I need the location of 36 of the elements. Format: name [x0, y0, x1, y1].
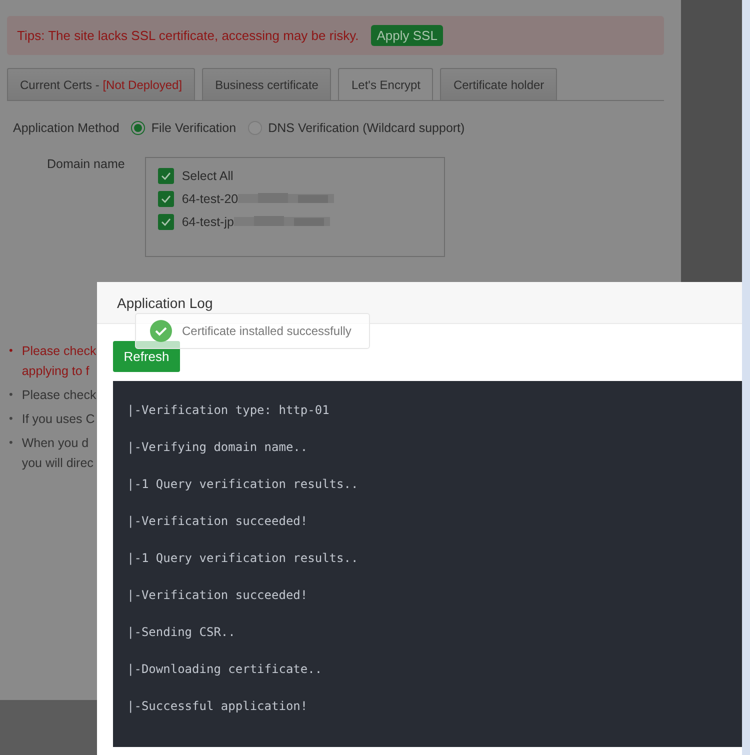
note-text: When you d you will direc	[22, 435, 94, 472]
toast-message: Certificate installed successfully	[182, 324, 352, 338]
log-line: |-Verifying domain name..	[127, 439, 309, 456]
check-icon	[160, 218, 171, 226]
bullet-marker: •	[9, 436, 13, 451]
domain-checkbox[interactable]: 64-test-20	[158, 191, 432, 207]
success-icon	[150, 320, 172, 342]
tab[interactable]: Business certificate	[202, 68, 332, 100]
log-line: |-Verification type: http-01	[127, 402, 330, 419]
bullet-marker: •	[9, 388, 13, 403]
log-line: |-Verification succeeded!	[127, 513, 309, 530]
note-text: Please check	[22, 387, 96, 404]
dialog-title: Application Log	[117, 294, 213, 310]
log-line: |-Downloading certificate..	[127, 661, 324, 678]
bullet-marker: •	[9, 412, 13, 427]
log-line: |-Successful application!	[127, 698, 309, 715]
radio-option[interactable]: File Verification	[131, 121, 236, 135]
tab[interactable]: Certificate holder	[440, 68, 558, 100]
domain-checkbox[interactable]: Select All	[158, 168, 432, 184]
log-line: |-1 Query verification results..	[127, 476, 360, 493]
check-icon	[160, 195, 171, 203]
radio-option[interactable]: DNS Verification (Wildcard support)	[248, 121, 465, 135]
log-line: |-1 Query verification results..	[127, 550, 360, 567]
bullet-marker: •	[9, 344, 13, 359]
warning-text: Tips: The site lacks SSL certificate, accessing may be risky.	[17, 28, 359, 43]
domain-checkbox[interactable]: 64-test-jp	[158, 214, 432, 230]
field-label: Application Method	[13, 121, 120, 135]
field-label: Domain name	[47, 157, 125, 171]
tab[interactable]: Current Certs - [Not Deployed]	[7, 68, 196, 100]
log-line: |-Sending CSR..	[127, 624, 236, 641]
note-text: If you uses C	[22, 411, 95, 428]
check-icon	[160, 172, 171, 180]
note-text: Please check applying to f	[22, 343, 96, 380]
log-line: |-Verification succeeded!	[127, 587, 309, 604]
apply-ssl-button[interactable]: Apply SSL	[370, 25, 444, 46]
tab[interactable]: Let's Encrypt	[338, 68, 434, 100]
